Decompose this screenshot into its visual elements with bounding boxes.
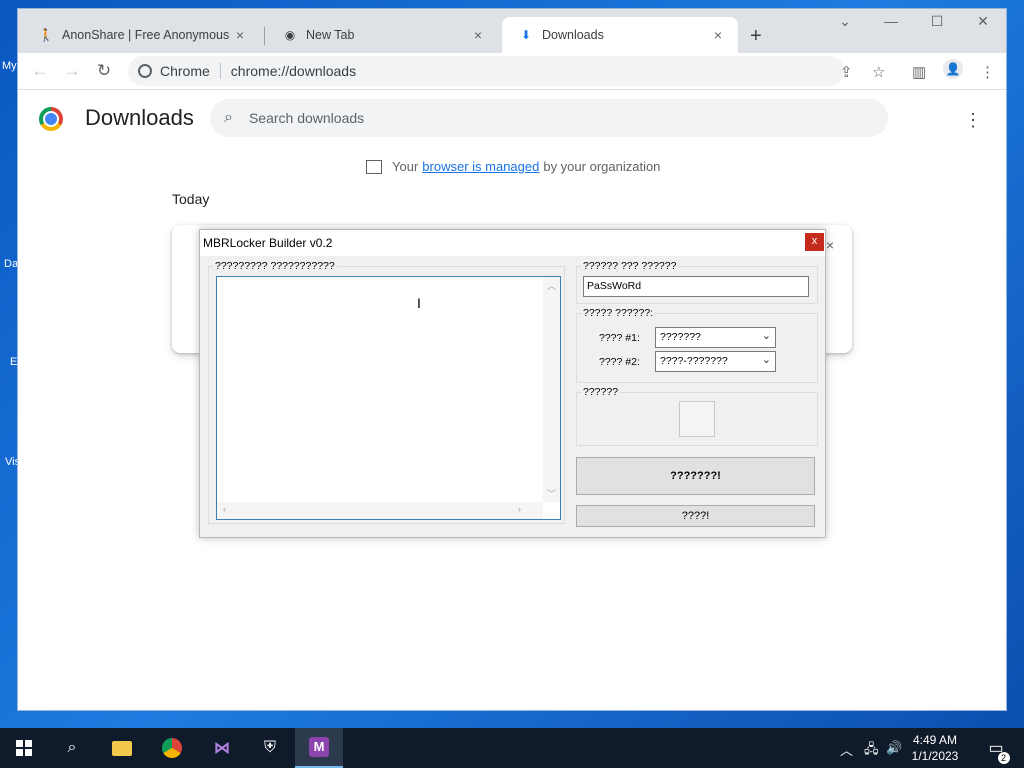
build-button[interactable]: ???????!: [576, 457, 815, 495]
omnibox-site-label: Chrome: [160, 63, 210, 79]
scroll-left-icon[interactable]: ‹: [223, 504, 226, 514]
date-section-heading: Today: [172, 191, 210, 207]
network-icon[interactable]: 🖧: [864, 740, 879, 762]
icon-picker[interactable]: [679, 401, 715, 437]
option1-label: ???? #1:: [599, 332, 640, 344]
chevron-down-icon: ⌄: [761, 354, 771, 366]
notifications-icon[interactable]: ▭ 2: [972, 728, 1020, 768]
omnibox-url[interactable]: chrome://downloads: [231, 63, 356, 79]
option2-label: ???? #2:: [599, 356, 640, 368]
desktop-icon-label[interactable]: Da: [4, 258, 18, 270]
chrome-taskbar-icon[interactable]: [148, 728, 196, 768]
show-hidden-icons-icon[interactable]: ︿: [840, 740, 853, 759]
start-button[interactable]: [0, 728, 48, 768]
search-downloads-field[interactable]: ⌕ Search downloads: [210, 99, 888, 137]
search-icon[interactable]: ⌕: [48, 728, 96, 768]
profile-avatar-icon[interactable]: 👤: [943, 59, 963, 79]
tab-search-icon[interactable]: ⌄: [822, 13, 868, 30]
chrome-site-icon: [138, 64, 152, 78]
maximize-button[interactable]: ☐: [914, 13, 960, 30]
share-icon[interactable]: ⇪: [840, 63, 853, 81]
visual-studio-icon[interactable]: ⋈: [198, 728, 246, 768]
tab-divider: [264, 27, 265, 45]
message-group-label: ????????? ???????????: [213, 260, 337, 272]
option2-value: ????-???????: [660, 355, 728, 367]
remove-download-icon[interactable]: ×: [826, 237, 834, 253]
tab-close-icon[interactable]: ×: [468, 27, 488, 43]
page-title: Downloads: [85, 105, 194, 130]
download-favicon-icon: ⬇: [520, 28, 532, 42]
builder-window: MBRLocker Builder v0.2 x ????????? ?????…: [199, 229, 826, 538]
chrome-favicon-icon: ◉: [284, 28, 296, 42]
omnibox-divider: [219, 63, 221, 79]
tab-title: AnonShare | Free Anonymous Fi: [62, 28, 230, 42]
tab-strip: 🚶 AnonShare | Free Anonymous Fi × ◉ New …: [18, 9, 1006, 53]
reload-icon[interactable]: ↻: [92, 61, 116, 81]
omnibox[interactable]: Chrome chrome://downloads: [128, 56, 844, 86]
menu-kebab-icon[interactable]: ⋮: [980, 63, 995, 81]
forward-icon[interactable]: →: [60, 61, 84, 81]
clock-date: 1/1/2023: [911, 749, 959, 763]
security-shield-icon[interactable]: ⛨: [246, 728, 294, 768]
scroll-up-icon[interactable]: ︿: [547, 279, 556, 292]
tab-title: New Tab: [306, 28, 355, 42]
text-cursor-icon: I: [417, 295, 421, 311]
options-group: ????? ??????:: [576, 307, 818, 383]
side-panel-icon[interactable]: ▥: [912, 63, 926, 81]
taskbar: ⌕ ⋈ ⛨ M ︿ 🖧 🔊 4:49 AM 1/1/2023 ▭ 2: [0, 728, 1024, 768]
tab-close-icon[interactable]: ×: [230, 27, 250, 43]
managed-notice: Your browser is managed by your organiza…: [366, 159, 660, 174]
option1-select[interactable]: ??????? ⌄: [655, 327, 776, 348]
tab-new-tab[interactable]: ◉ New Tab ×: [266, 17, 498, 53]
option2-select[interactable]: ????-??????? ⌄: [655, 351, 776, 372]
message-textarea[interactable]: ︿ ﹀ ‹ ›: [216, 276, 561, 520]
windows-logo-icon: [16, 740, 32, 756]
clock-time: 4:49 AM: [912, 733, 958, 747]
system-clock[interactable]: 4:49 AM 1/1/2023: [905, 732, 965, 764]
tab-close-icon[interactable]: ×: [708, 27, 728, 43]
search-placeholder: Search downloads: [248, 110, 365, 126]
building-icon: [366, 159, 382, 174]
file-explorer-icon[interactable]: [98, 728, 146, 768]
volume-icon[interactable]: 🔊: [886, 740, 902, 756]
builder-title: MBRLocker Builder v0.2: [203, 236, 333, 250]
horizontal-scrollbar[interactable]: ‹ ›: [217, 502, 543, 519]
browser-toolbar: ← → ↻ Chrome chrome://downloads ⇪ ☆ ▥ 👤 …: [18, 53, 1006, 90]
options-group-label: ????? ??????:: [581, 307, 656, 319]
icon-group-label: ??????: [581, 386, 621, 398]
desktop-icon-label[interactable]: My: [2, 60, 17, 72]
vertical-scrollbar[interactable]: ︿ ﹀: [543, 277, 560, 502]
minimize-button[interactable]: —: [868, 13, 914, 29]
tab-anonshare[interactable]: 🚶 AnonShare | Free Anonymous Fi ×: [22, 17, 260, 53]
password-value: PaSsWoRd: [587, 280, 642, 292]
search-icon: ⌕: [224, 109, 233, 126]
tab-title: Downloads: [542, 28, 604, 42]
secondary-button[interactable]: ????!: [576, 505, 815, 527]
password-group-label: ?????? ??? ??????: [581, 260, 679, 272]
option1-value: ???????: [660, 331, 701, 343]
managed-prefix: Your: [392, 159, 419, 174]
scroll-right-icon[interactable]: ›: [518, 504, 521, 514]
mbrlocker-taskbar-icon[interactable]: M: [295, 728, 343, 768]
bookmark-star-icon[interactable]: ☆: [872, 63, 885, 81]
new-tab-button[interactable]: +: [750, 25, 762, 48]
desktop-icon-label[interactable]: E: [10, 356, 17, 368]
close-window-button[interactable]: ✕: [960, 13, 1006, 30]
managed-suffix: by your organization: [543, 159, 661, 174]
scroll-down-icon[interactable]: ﹀: [547, 487, 556, 500]
anonshare-favicon-icon: 🚶: [38, 28, 54, 42]
downloads-menu-icon[interactable]: ⋮: [964, 110, 982, 131]
managed-link[interactable]: browser is managed: [422, 159, 539, 174]
tab-downloads[interactable]: ⬇ Downloads ×: [502, 17, 738, 53]
builder-close-button[interactable]: x: [805, 233, 824, 251]
password-input[interactable]: PaSsWoRd: [583, 276, 809, 297]
builder-titlebar[interactable]: MBRLocker Builder v0.2 x: [200, 230, 825, 256]
chevron-down-icon: ⌄: [761, 330, 771, 342]
downloads-header: Downloads ⌕ Search downloads ⋮: [18, 90, 1006, 150]
chrome-logo-icon: [39, 107, 63, 131]
notification-count-badge: 2: [997, 752, 1010, 764]
back-icon[interactable]: ←: [28, 61, 52, 81]
